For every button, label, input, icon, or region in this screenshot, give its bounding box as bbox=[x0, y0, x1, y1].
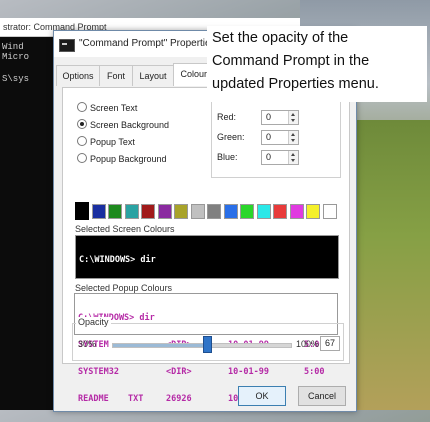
spinner-arrows-icon[interactable] bbox=[288, 131, 298, 144]
opacity-slider-track[interactable] bbox=[112, 343, 292, 348]
spinner-arrows-icon[interactable] bbox=[288, 151, 298, 164]
tab-layout[interactable]: Layout bbox=[132, 65, 174, 86]
radio-screen-background[interactable]: Screen Background bbox=[77, 119, 169, 130]
tab-font[interactable]: Font bbox=[99, 65, 133, 86]
cancel-button[interactable]: Cancel bbox=[298, 386, 346, 406]
color-swatch[interactable] bbox=[240, 204, 254, 219]
radio-icon bbox=[77, 102, 87, 112]
red-value: 0 bbox=[266, 112, 272, 122]
selected-popup-colours-label: Selected Popup Colours bbox=[75, 283, 173, 293]
preview-name: SYSTEM32 bbox=[78, 367, 119, 377]
radio-icon bbox=[77, 136, 87, 146]
opacity-label: Opacity bbox=[76, 317, 111, 327]
color-swatch[interactable] bbox=[207, 204, 221, 219]
console-line: Micro bbox=[2, 52, 30, 62]
caption-line-3: updated Properties menu. bbox=[212, 76, 379, 92]
blue-label: Blue: bbox=[217, 152, 238, 162]
blue-spinner[interactable]: 0 bbox=[261, 150, 299, 165]
preview-size: <DIR> bbox=[166, 367, 192, 377]
color-swatch[interactable] bbox=[306, 204, 320, 219]
radio-screen-text[interactable]: Screen Text bbox=[77, 102, 137, 113]
caption-line-1: Set the opacity of the bbox=[212, 30, 349, 46]
preview-time: 5:00 bbox=[304, 367, 325, 377]
color-swatch[interactable] bbox=[141, 204, 155, 219]
preview-prompt: C:\WINDOWS> dir bbox=[79, 255, 156, 265]
red-label: Red: bbox=[217, 112, 237, 122]
tab-options[interactable]: Options bbox=[56, 65, 100, 86]
spinner-arrows-icon[interactable] bbox=[288, 111, 298, 124]
console-line: S\sys bbox=[2, 74, 30, 84]
color-swatch[interactable] bbox=[75, 202, 89, 220]
radio-label: Screen Text bbox=[90, 103, 138, 113]
radio-label: Popup Text bbox=[90, 137, 135, 147]
radio-popup-background[interactable]: Popup Background bbox=[77, 153, 167, 164]
selected-screen-colours-label: Selected Screen Colours bbox=[75, 224, 175, 234]
color-swatch[interactable] bbox=[157, 204, 172, 219]
preview-date: 10-01-99 bbox=[228, 367, 269, 377]
preview-time: 5:00 bbox=[305, 282, 326, 292]
opacity-slider-thumb[interactable] bbox=[203, 336, 213, 353]
green-label: Green: bbox=[217, 132, 245, 142]
console-icon bbox=[59, 39, 75, 52]
radio-icon bbox=[77, 153, 87, 163]
color-swatch[interactable] bbox=[322, 204, 337, 219]
ok-button[interactable]: OK bbox=[238, 386, 286, 406]
radio-selected-icon bbox=[77, 119, 87, 129]
preview-date: 10-01-99 bbox=[229, 282, 270, 292]
blue-value: 0 bbox=[266, 152, 272, 162]
opacity-value-field[interactable]: 67 bbox=[320, 336, 340, 351]
caption-overlay: Set the opacity of the Command Prompt in… bbox=[207, 26, 427, 102]
caption-line-2: Command Prompt in the bbox=[212, 53, 370, 69]
red-spinner[interactable]: 0 bbox=[261, 110, 299, 125]
color-swatch[interactable] bbox=[289, 204, 304, 219]
green-spinner[interactable]: 0 bbox=[261, 130, 299, 145]
color-swatch[interactable] bbox=[223, 204, 238, 219]
color-swatch[interactable] bbox=[256, 204, 271, 219]
radio-label: Screen Background bbox=[90, 120, 170, 130]
color-swatch[interactable] bbox=[174, 204, 188, 219]
color-swatch[interactable] bbox=[108, 204, 122, 219]
color-swatch[interactable] bbox=[190, 204, 205, 219]
color-swatch[interactable] bbox=[91, 204, 106, 219]
opacity-max-label: 100% bbox=[296, 339, 320, 349]
console-line: Wind bbox=[2, 42, 24, 52]
radio-label: Popup Background bbox=[90, 154, 167, 164]
color-swatch[interactable] bbox=[124, 204, 139, 219]
preview-name: README bbox=[78, 394, 109, 404]
color-swatch[interactable] bbox=[273, 204, 287, 219]
radio-popup-text[interactable]: Popup Text bbox=[77, 136, 135, 147]
green-value: 0 bbox=[266, 132, 272, 142]
preview-ext: TXT bbox=[128, 394, 144, 404]
screen-colours-preview: C:\WINDOWS> dir SYSTEM <DIR> 10-01-99 5:00 … bbox=[75, 235, 339, 346]
opacity-min-label: 30% bbox=[78, 339, 97, 349]
dialog-title: "Command Prompt" Properties bbox=[79, 38, 216, 49]
preview-size: 26926 bbox=[166, 394, 192, 404]
opacity-slider-fill bbox=[113, 344, 209, 347]
